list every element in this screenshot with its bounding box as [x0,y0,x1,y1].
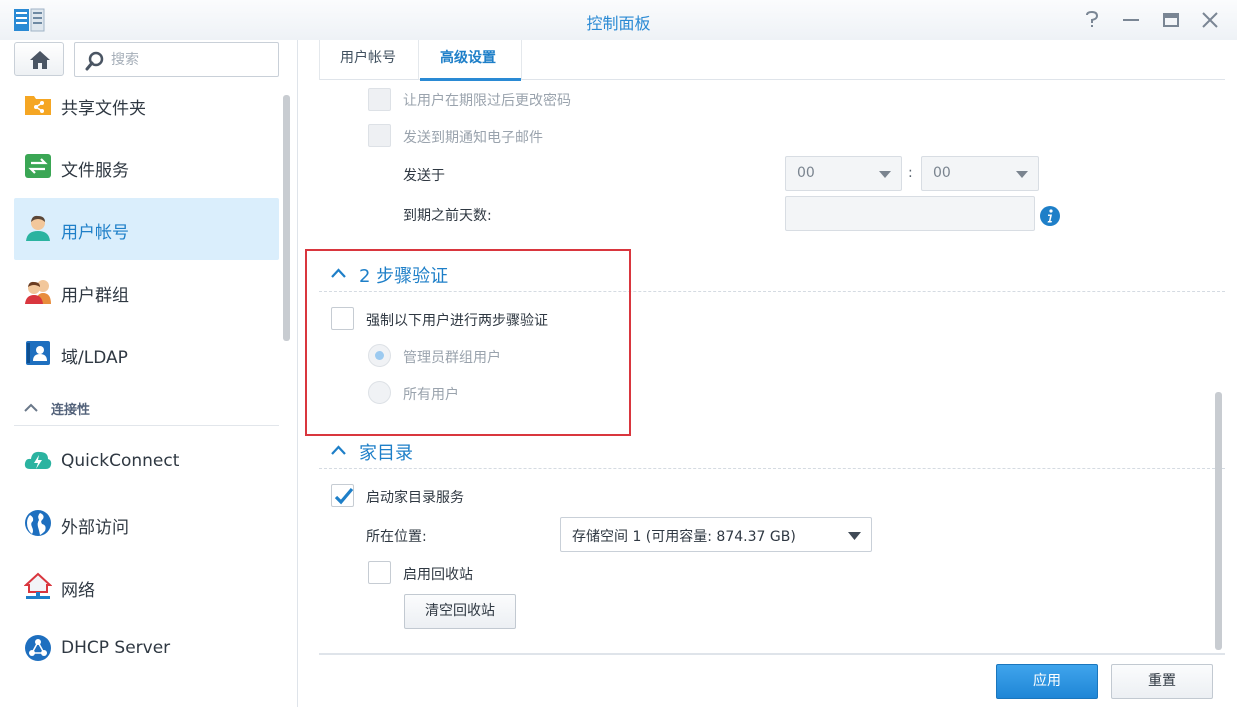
tab-bar: 用户帐号 高级设置 [319,40,1225,81]
chevron-down-icon [1016,171,1028,178]
partial-icon [24,696,52,707]
send-expiry-email-checkbox[interactable] [368,124,391,147]
search-input[interactable] [111,49,271,71]
days-before-input[interactable] [785,196,1035,231]
shared-folder-icon [25,96,51,115]
user-icon [26,215,50,241]
sidebar-item-network[interactable]: 网络 [14,556,279,618]
sidebar-item-label: 域/LDAP [61,348,128,368]
sidebar-item-label: DHCP Server [61,638,171,658]
minute-value: 00 [933,165,951,181]
location-value: 存储空间 1 (可用容量: 874.37 GB) [572,529,796,545]
enable-home-dir-label: 启动家目录服务 [366,490,464,506]
content-scrollbar[interactable] [1215,392,1222,650]
allow-change-after-expiry-checkbox[interactable] [368,88,391,111]
help-icon[interactable] [1081,9,1103,31]
sidebar-item-dhcp-server[interactable]: DHCP Server [14,618,279,680]
search-icon [85,51,104,71]
location-label: 所在位置: [366,529,427,545]
enable-recycle-checkbox[interactable] [368,561,391,584]
enable-recycle-label: 启用回收站 [403,567,473,583]
dhcp-icon [25,635,51,661]
sidebar-scrollbar[interactable] [283,95,290,341]
sidebar-item-file-services[interactable]: 文件服务 [14,136,279,198]
domain-ldap-icon [26,341,50,365]
sidebar-item-label: 用户群组 [61,286,129,306]
allow-change-after-expiry-label: 让用户在期限过后更改密码 [403,93,571,109]
file-services-icon [25,154,51,178]
sidebar-item-external-access[interactable]: 外部访问 [14,493,279,555]
sidebar-item-label: 外部访问 [61,518,129,538]
time-separator: : [908,165,913,181]
empty-recycle-button[interactable]: 清空回收站 [404,594,516,629]
section-divider [319,468,1225,469]
location-select[interactable]: 存储空间 1 (可用容量: 874.37 GB) [560,517,872,552]
sidebar-item-user-group[interactable]: 用户群组 [14,261,279,323]
search-box[interactable] [74,42,279,77]
minimize-icon[interactable] [1120,9,1142,31]
chevron-down-icon [848,532,861,540]
footer-divider [319,653,1225,655]
sidebar-item-domain-ldap[interactable]: 域/LDAP [14,323,279,385]
sidebar-item-partial[interactable] [14,680,279,707]
chevron-up-icon[interactable] [331,445,346,455]
quickconnect-icon [24,451,52,469]
group-header-label: 连接性 [51,403,91,418]
home-dir-section-title: 家目录 [359,443,413,464]
chevron-up-icon [24,403,38,412]
network-icon [24,572,52,599]
hour-select[interactable]: 00 [785,156,902,191]
sidebar: 共享文件夹 文件服务 用户帐号 用户群组 域 [0,40,298,707]
sidebar-item-label: 用户帐号 [61,223,129,243]
reset-button[interactable]: 重置 [1111,664,1213,699]
group-icon [25,280,51,304]
apply-button[interactable]: 应用 [996,664,1098,699]
group-header-connectivity[interactable]: 连接性 [14,390,279,426]
send-at-label: 发送于 [403,168,445,184]
sidebar-item-label: 文件服务 [61,161,129,181]
enable-home-dir-checkbox[interactable] [331,484,354,507]
sidebar-item-label: 共享文件夹 [61,99,146,119]
window-title: 控制面板 [586,14,651,33]
sidebar-item-label: QuickConnect [61,451,180,471]
send-expiry-email-label: 发送到期通知电子邮件 [403,130,543,146]
title-bar: 控制面板 [0,0,1237,40]
chevron-down-icon [879,171,891,178]
tab-advanced-settings[interactable]: 高级设置 [420,40,522,81]
sidebar-item-user-account[interactable]: 用户帐号 [14,198,279,260]
hour-value: 00 [797,165,815,181]
close-icon[interactable] [1199,9,1221,31]
highlight-box [305,249,631,436]
sidebar-item-shared-folder[interactable]: 共享文件夹 [14,74,279,136]
checkmark-icon [334,487,354,505]
tab-user-account[interactable]: 用户帐号 [319,40,419,80]
sidebar-item-quickconnect[interactable]: QuickConnect [14,431,279,493]
sidebar-item-label: 网络 [61,581,95,601]
minute-select[interactable]: 00 [921,156,1039,191]
days-before-label: 到期之前天数: [403,208,492,224]
home-icon [30,51,50,69]
info-icon[interactable] [1040,206,1060,226]
home-button[interactable] [14,42,64,76]
globe-icon [25,510,51,536]
maximize-icon[interactable] [1160,9,1182,31]
